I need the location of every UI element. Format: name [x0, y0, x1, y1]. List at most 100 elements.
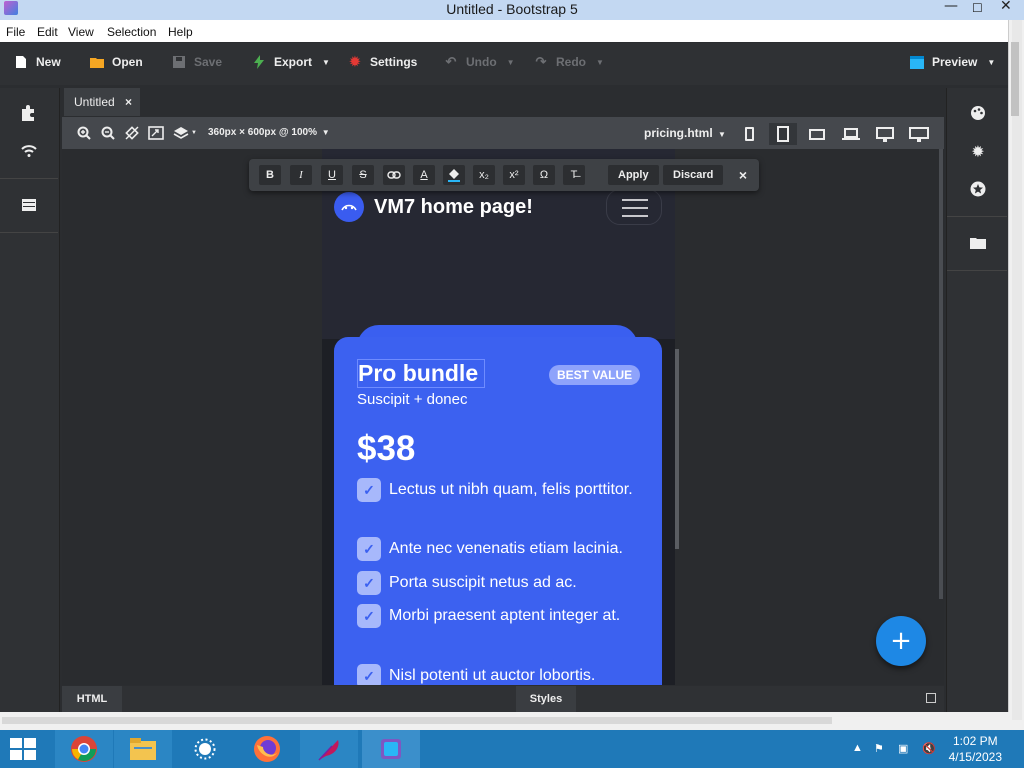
add-block-button[interactable]: +: [876, 616, 926, 666]
brand-name[interactable]: VM7 home page!: [374, 196, 533, 219]
table-icon[interactable]: [18, 194, 40, 216]
feature-item[interactable]: ✓ Morbi praesent aptent integer at.: [357, 603, 647, 629]
show-hidden-icons[interactable]: ▲: [852, 742, 863, 754]
left-panel-divider: [0, 232, 58, 233]
feature-item[interactable]: ✓ Nisl potenti ut auctor lobortis.: [357, 663, 647, 685]
window-title-bar: Untitled - Bootstrap 5 — ☐ ✕: [0, 0, 1024, 20]
window-scrollbar[interactable]: [1008, 20, 1024, 732]
card-price[interactable]: $38: [357, 429, 415, 469]
tab-html[interactable]: HTML: [62, 686, 122, 712]
best-value-badge[interactable]: BEST VALUE: [549, 365, 641, 385]
preview-label: Preview: [932, 55, 978, 69]
design-canvas[interactable]: VM7 home page! Button Pro bundle BEST VA…: [62, 149, 944, 685]
volume-muted-icon[interactable]: 🔇: [922, 742, 936, 755]
zoom-out-icon[interactable]: [100, 125, 116, 141]
preview-scrollbar[interactable]: [675, 349, 679, 549]
taskbar-file-explorer[interactable]: [114, 730, 172, 768]
device-tablet-landscape-button[interactable]: [803, 123, 831, 145]
apply-button[interactable]: Apply: [608, 165, 659, 185]
discard-button[interactable]: Discard: [663, 165, 724, 185]
menu-help[interactable]: Help: [168, 25, 193, 39]
redo-label: Redo: [556, 55, 586, 69]
underline-button[interactable]: U: [321, 165, 343, 185]
device-laptop-button[interactable]: [837, 123, 865, 145]
taskbar-feather-app[interactable]: [300, 730, 358, 768]
hero-section[interactable]: Button: [322, 229, 675, 369]
export-button[interactable]: Export ▼: [252, 55, 330, 69]
feature-item[interactable]: ✓ Ante nec venenatis etiam lacinia.: [357, 536, 647, 562]
subscript-button[interactable]: x₂: [473, 165, 495, 185]
tab-untitled[interactable]: Untitled ×: [64, 88, 140, 116]
pricing-card[interactable]: Pro bundle BEST VALUE Suscipit + donec $…: [334, 337, 662, 685]
rotate-icon[interactable]: [124, 125, 140, 141]
special-character-button[interactable]: Ω: [533, 165, 555, 185]
open-button[interactable]: Open: [90, 55, 143, 69]
star-circle-icon[interactable]: [967, 178, 989, 200]
layers-icon[interactable]: ▼: [172, 125, 198, 141]
system-clock[interactable]: 1:02 PM 4/15/2023: [949, 733, 1002, 765]
link-button[interactable]: [383, 165, 405, 185]
page-preview[interactable]: VM7 home page! Button Pro bundle BEST VA…: [322, 149, 675, 685]
maximize-button[interactable]: ☐: [972, 1, 983, 15]
scrollbar-track: [1012, 20, 1022, 720]
close-format-bar-icon[interactable]: ×: [732, 165, 754, 185]
maximize-panel-icon[interactable]: [926, 693, 936, 703]
canvas-size-dropdown[interactable]: 360px × 600px @ 100% ▼: [208, 127, 330, 138]
menu-selection[interactable]: Selection: [107, 25, 156, 39]
feature-item[interactable]: ✓ Lectus ut nibh quam, felis porttitor.: [357, 477, 647, 503]
taskbar-chrome[interactable]: [55, 730, 113, 768]
card-subtitle[interactable]: Suscipit + donec: [357, 391, 468, 408]
folder-icon[interactable]: [967, 232, 989, 254]
gear-icon[interactable]: ✹: [967, 140, 989, 162]
flag-icon[interactable]: ⚑: [874, 742, 884, 755]
start-button[interactable]: [10, 738, 36, 760]
file-dropdown[interactable]: pricing.html ▼: [644, 126, 726, 140]
feature-text: Morbi praesent aptent integer at.: [389, 607, 621, 624]
device-phone-button[interactable]: [735, 123, 763, 145]
palette-icon[interactable]: [967, 102, 989, 124]
taskbar: ▲ ⚑ ▣ 🔇 1:02 PM 4/15/2023: [0, 730, 1024, 768]
clear-format-button[interactable]: T̶: [563, 165, 585, 185]
puzzle-icon[interactable]: [18, 102, 40, 124]
device-desktop-button[interactable]: [871, 123, 899, 145]
bold-button[interactable]: B: [259, 165, 281, 185]
strikethrough-button[interactable]: S: [352, 165, 374, 185]
menu-view[interactable]: View: [68, 25, 94, 39]
network-icon[interactable]: ▣: [898, 742, 908, 755]
horizontal-scrollbar[interactable]: [0, 712, 1010, 730]
redo-button[interactable]: ↷ Redo ▼: [534, 54, 604, 69]
horizontal-scrollbar-thumb[interactable]: [2, 717, 832, 724]
menu-bar: File Edit View Selection Help: [0, 20, 1010, 42]
feature-item[interactable]: ✓ Porta suscipit netus ad ac.: [357, 570, 647, 596]
undo-button[interactable]: ↶ Undo ▼: [444, 54, 515, 69]
device-widescreen-button[interactable]: [905, 123, 933, 145]
fill-color-button[interactable]: [443, 165, 465, 185]
gear-icon: ✹: [349, 54, 361, 69]
canvas-scrollbar[interactable]: [939, 149, 943, 599]
minimize-button[interactable]: —: [944, 0, 958, 14]
file-name: pricing.html: [644, 126, 713, 140]
save-button[interactable]: Save: [172, 55, 222, 69]
menu-edit[interactable]: Edit: [37, 25, 58, 39]
scrollbar-thumb[interactable]: [1011, 42, 1019, 116]
text-color-button[interactable]: A: [413, 165, 435, 185]
taskbar-brightness-app[interactable]: [176, 730, 234, 768]
close-window-button[interactable]: ✕: [1000, 0, 1012, 14]
tab-styles[interactable]: Styles: [516, 686, 576, 712]
close-tab-icon[interactable]: ×: [125, 95, 132, 109]
hamburger-menu-icon[interactable]: [606, 189, 662, 225]
wifi-icon[interactable]: [18, 140, 40, 162]
resize-icon[interactable]: [148, 125, 164, 141]
zoom-in-icon[interactable]: [76, 125, 92, 141]
taskbar-bootstrap-studio[interactable]: [362, 730, 420, 768]
card-title[interactable]: Pro bundle: [357, 359, 486, 388]
device-tablet-button[interactable]: [769, 123, 797, 145]
italic-button[interactable]: I: [290, 165, 312, 185]
taskbar-firefox[interactable]: [238, 730, 296, 768]
settings-button[interactable]: ✹ Settings: [348, 54, 418, 69]
superscript-button[interactable]: x²: [503, 165, 525, 185]
new-button[interactable]: New: [14, 55, 61, 69]
menu-file[interactable]: File: [6, 25, 25, 39]
preview-button[interactable]: Preview ▼: [910, 55, 995, 69]
checkmark-icon: ✓: [357, 537, 381, 561]
